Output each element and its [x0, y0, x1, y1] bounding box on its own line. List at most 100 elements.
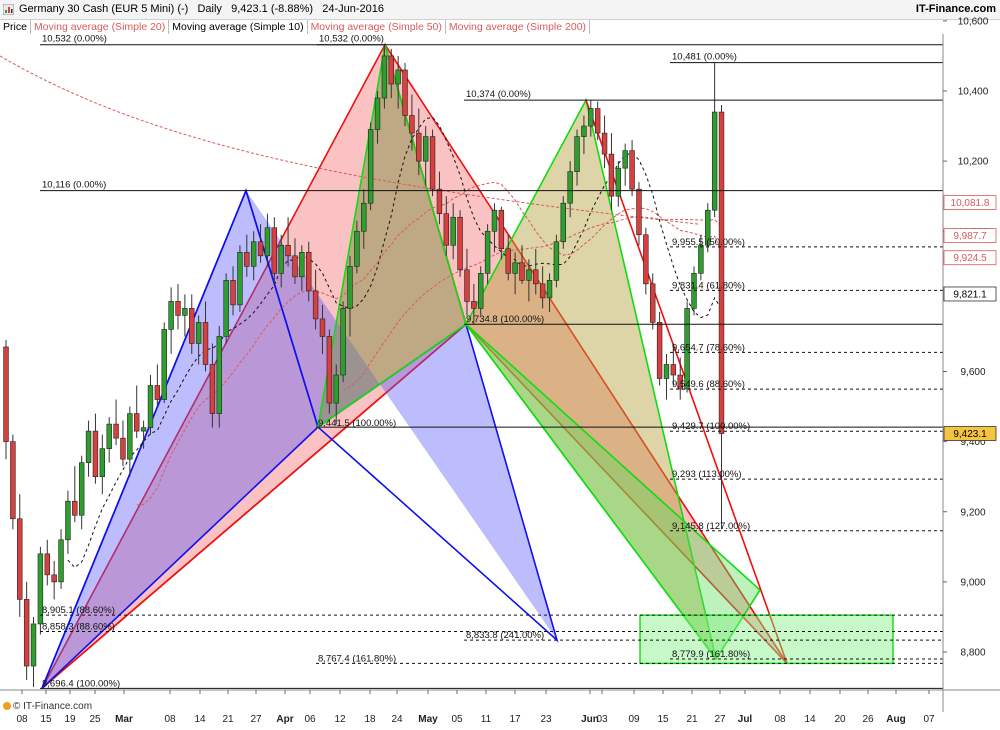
candle-body	[347, 266, 353, 309]
price-chart[interactable]: 10,532 (0.00%) 10,532 (0.00%) 10,481 (0.00…	[0, 0, 1000, 730]
candle-body	[216, 336, 222, 414]
candle-body	[450, 216, 456, 246]
candle-body	[134, 413, 140, 432]
candle-body	[257, 241, 264, 257]
candle-body	[698, 244, 704, 274]
x-tick-label: 09	[628, 714, 640, 725]
candle-body	[553, 241, 560, 281]
candle-body	[471, 301, 477, 309]
candle-body	[92, 430, 99, 477]
candle-body	[244, 251, 250, 267]
x-tick-label: Apr	[276, 714, 293, 725]
candle-body	[663, 364, 670, 379]
candle-body	[533, 269, 539, 285]
candle-body	[72, 500, 78, 516]
x-tick-label: 27	[250, 714, 262, 725]
level-label: 8,905.1 (88.60%)	[42, 605, 115, 616]
candle-body	[402, 69, 408, 116]
axis-badge-label: 9,924.5	[953, 253, 987, 264]
candle-body	[58, 539, 64, 583]
level-label: 9,955.5 (50.00%)	[672, 237, 745, 248]
candle-body	[388, 55, 394, 85]
candle-body	[10, 441, 16, 520]
level-label: 8,833.8 (241.00%)	[466, 630, 544, 641]
candle-body	[395, 69, 401, 85]
candle-body	[51, 574, 57, 583]
candle-body	[601, 132, 608, 155]
candle-body	[264, 227, 271, 257]
candle-body	[147, 385, 154, 428]
harmonic-patterns	[41, 42, 894, 689]
candle-body	[65, 500, 71, 541]
axis-badge-label: 10,081.8	[951, 198, 990, 209]
candle-body	[650, 283, 656, 323]
candle-body	[292, 255, 298, 278]
candle-body	[182, 308, 188, 316]
candle-body	[478, 273, 484, 309]
axis-badge-label: 9,987.7	[953, 231, 987, 242]
level-label: 10,481 (0.00%)	[672, 52, 737, 63]
axis-badge-label: 9,423.1	[953, 429, 987, 440]
x-tick-label: 20	[834, 714, 846, 725]
candle-body	[539, 283, 546, 299]
level-label: 9,441.5 (100.00%)	[318, 418, 396, 429]
candle-body	[278, 244, 284, 274]
candle-body	[567, 171, 573, 204]
level-label: 9,549.6 (88.60%)	[672, 379, 745, 390]
y-tick-label: 8,800	[960, 648, 985, 659]
x-tick-label: 15	[657, 714, 669, 725]
candle-body	[615, 167, 622, 197]
candle-body	[560, 202, 566, 243]
candle-body	[629, 150, 635, 190]
candle-body	[457, 216, 463, 271]
x-tick-label: Mar	[115, 714, 133, 725]
candle-body	[319, 318, 326, 337]
candle-body	[519, 262, 525, 281]
y-tick-label: 9,600	[960, 367, 985, 378]
x-tick-label: 12	[334, 714, 346, 725]
candle-body	[484, 230, 491, 274]
level-label: 9,293 (113.00%)	[672, 469, 742, 480]
candle-body	[154, 385, 161, 400]
candle-body	[78, 462, 85, 516]
x-tick-label: 25	[89, 714, 101, 725]
candle-body	[312, 290, 319, 320]
candle-body	[546, 280, 553, 299]
candle-body	[656, 322, 663, 379]
y-tick-label: 9,000	[960, 577, 985, 588]
candle-body	[711, 111, 718, 211]
candle-body	[127, 413, 133, 460]
x-tick-label: 21	[222, 714, 234, 725]
candle-body	[436, 188, 443, 215]
candle-body	[237, 251, 243, 306]
x-tick-label: Aug	[886, 714, 905, 725]
candle-body	[230, 280, 236, 306]
candle-body	[99, 448, 106, 477]
candle-body	[113, 423, 119, 439]
candle-body	[429, 136, 436, 190]
candle-body	[498, 209, 505, 250]
y-tick-label: 9,200	[960, 507, 985, 518]
candle-body	[643, 234, 649, 285]
candle-body	[526, 269, 532, 281]
candle-body	[120, 437, 126, 460]
level-label: 8,858.3 (88.60%)	[42, 622, 115, 633]
candle-body	[464, 269, 470, 302]
candle-body	[505, 248, 511, 274]
level-label: 8,696.4 (100.00%)	[42, 678, 120, 689]
candle-body	[340, 308, 346, 376]
candle-body	[422, 136, 429, 162]
footer-copyright: © IT-Finance.com	[3, 701, 92, 712]
level-label: 9,654.7 (78.60%)	[672, 342, 745, 353]
x-tick-label: 15	[40, 714, 52, 725]
candle-body	[361, 202, 367, 232]
candle-body	[594, 108, 601, 134]
x-tick-label: Jul	[738, 714, 753, 725]
x-tick-label: 11	[481, 714, 492, 725]
level-label: 9,429.7 (100.00%)	[672, 421, 750, 432]
y-tick-label: 10,200	[958, 157, 989, 168]
candle-body	[306, 251, 312, 292]
candle-body	[381, 55, 388, 99]
candle-body	[271, 227, 278, 274]
x-tick-label: 08	[774, 714, 786, 725]
